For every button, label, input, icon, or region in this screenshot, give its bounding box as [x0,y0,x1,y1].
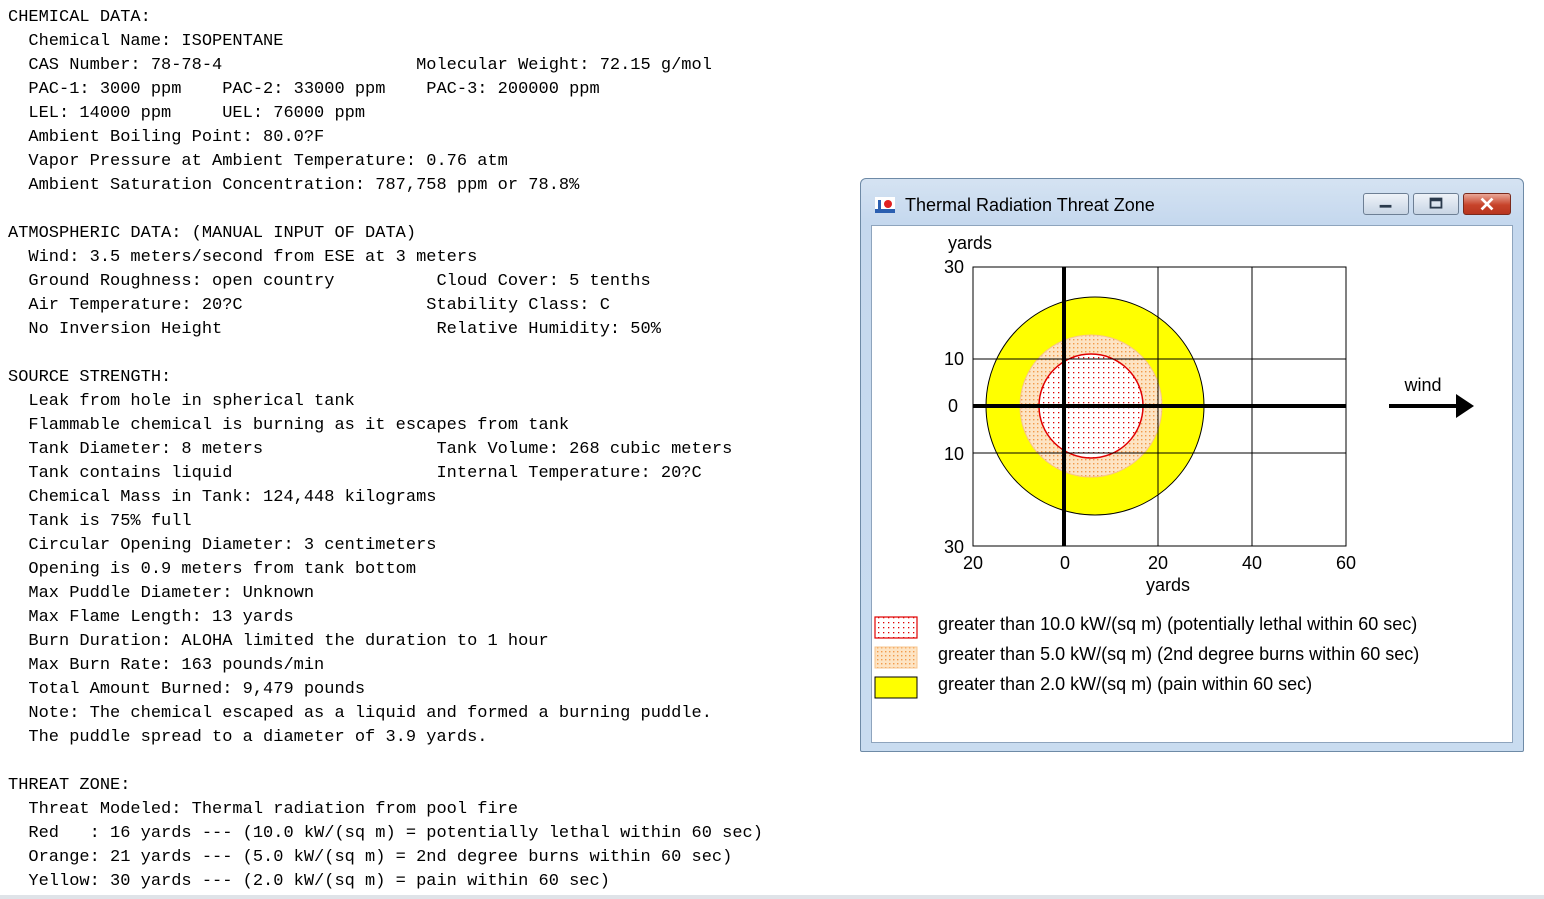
maximize-icon [1429,197,1443,209]
report-line: Max Burn Rate: 163 pounds/min [8,656,325,675]
y-axis-unit: yards [948,233,992,253]
report-line: Ambient Boiling Point: 80.0?F [8,128,325,147]
legend-text: greater than 5.0 kW/(sq m) (2nd degree b… [938,644,1419,664]
legend-text: greater than 2.0 kW/(sq m) (pain within … [938,674,1312,694]
report-line: Chemical Mass in Tank: 124,448 kilograms [8,488,437,507]
y-tick-label: 10 [944,444,964,464]
report-line: Yellow: 30 yards --- (2.0 kW/(sq m) = pa… [8,872,610,891]
report-line: PAC-1: 3000 ppm PAC-2: 33000 ppm PAC-3: … [8,80,600,99]
y-tick-label: 0 [948,396,958,416]
plot-area: yards yards 30 10 0 10 30 20 0 20 40 60 … [871,225,1513,743]
report-line: Wind: 3.5 meters/second from ESE at 3 me… [8,248,478,267]
report-line: Threat Modeled: Thermal radiation from p… [8,800,519,819]
report-line: Ambient Saturation Concentration: 787,75… [8,176,580,195]
legend-swatch-yellow [874,676,918,699]
threat-zone-plot: yards yards 30 10 0 10 30 20 0 20 40 60 … [874,233,1474,699]
report-line: THREAT ZONE: [8,776,131,795]
horizontal-scrollbar[interactable] [0,895,1544,899]
y-tick-label: 30 [944,257,964,277]
x-axis-unit: yards [1146,575,1190,595]
report-line: Max Flame Length: 13 yards [8,608,294,627]
wind-arrow-icon [1389,394,1474,418]
y-tick-label: 30 [944,537,964,557]
report-line: Burn Duration: ALOHA limited the duratio… [8,632,549,651]
report-line: Tank contains liquid Internal Temperatur… [8,464,702,483]
report-line: Vapor Pressure at Ambient Temperature: 0… [8,152,508,171]
legend-swatch-red [874,616,918,639]
report-line: Note: The chemical escaped as a liquid a… [8,704,712,723]
close-icon [1480,197,1494,211]
report-line: Tank is 75% full [8,512,192,531]
report-line: Air Temperature: 20?C Stability Class: C [8,296,610,315]
legend-text: greater than 10.0 kW/(sq m) (potentially… [938,614,1417,634]
report-line: The puddle spread to a diameter of 3.9 y… [8,728,488,747]
report-line: ATMOSPHERIC DATA: (MANUAL INPUT OF DATA) [8,224,417,243]
x-tick-label: 20 [1148,553,1168,573]
legend-swatch-orange [874,646,918,669]
aloha-app-icon [875,197,895,213]
report-line: Chemical Name: ISOPENTANE [8,32,284,51]
close-button[interactable] [1463,193,1511,215]
minimize-icon [1379,204,1392,208]
maximize-button[interactable] [1413,193,1459,215]
wind-label: wind [1403,375,1441,395]
report-line: No Inversion Height Relative Humidity: 5… [8,320,661,339]
report-line: LEL: 14000 ppm UEL: 76000 ppm [8,104,366,123]
window-titlebar[interactable]: Thermal Radiation Threat Zone [861,179,1523,223]
x-tick-label: 0 [1060,553,1070,573]
threat-zone-window[interactable]: Thermal Radiation Threat Zone yards yard… [860,178,1524,752]
report-line: CHEMICAL DATA: [8,8,151,27]
report-line: Red : 16 yards --- (10.0 kW/(sq m) = pot… [8,824,763,843]
report-line: Total Amount Burned: 9,479 pounds [8,680,366,699]
x-tick-label: 20 [963,553,983,573]
report-line: CAS Number: 78-78-4 Molecular Weight: 72… [8,56,712,75]
report-line: Tank Diameter: 8 meters Tank Volume: 268… [8,440,733,459]
report-line: Opening is 0.9 meters from tank bottom [8,560,417,579]
report-line: Ground Roughness: open country Cloud Cov… [8,272,651,291]
y-tick-label: 10 [944,349,964,369]
window-title: Thermal Radiation Threat Zone [905,195,1155,215]
x-tick-label: 60 [1336,553,1356,573]
report-line: Circular Opening Diameter: 3 centimeters [8,536,437,555]
x-tick-label: 40 [1242,553,1262,573]
report-line: Flammable chemical is burning as it esca… [8,416,570,435]
minimize-button[interactable] [1363,193,1409,215]
report-line: Max Puddle Diameter: Unknown [8,584,315,603]
report-line: Orange: 21 yards --- (5.0 kW/(sq m) = 2n… [8,848,733,867]
caption-buttons [1359,193,1511,217]
report-line: SOURCE STRENGTH: [8,368,172,387]
report-line: Leak from hole in spherical tank [8,392,355,411]
